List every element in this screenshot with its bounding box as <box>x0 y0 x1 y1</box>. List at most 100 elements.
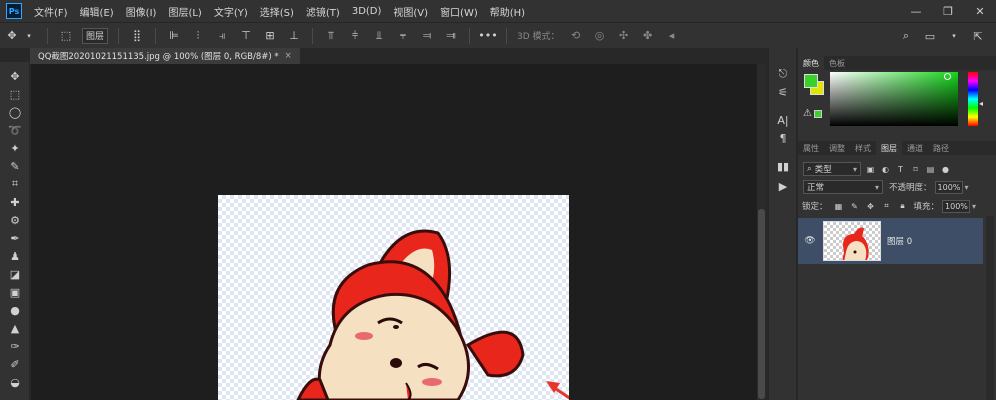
menu-type[interactable]: 文字(Y) <box>208 4 254 19</box>
tab-swatches[interactable]: 色板 <box>824 56 850 70</box>
menu-help[interactable]: 帮助(H) <box>484 4 531 19</box>
minimize-button[interactable]: — <box>900 0 932 22</box>
opacity-input[interactable]: 100% <box>934 180 963 194</box>
menu-select[interactable]: 选择(S) <box>254 4 300 19</box>
align-center-icon[interactable]: ⫶ <box>189 27 207 45</box>
canvas-area[interactable] <box>31 64 766 400</box>
align-middle-icon[interactable]: ⊞ <box>261 27 279 45</box>
hue-slider[interactable] <box>968 72 978 126</box>
hue-slider-arrow-icon[interactable]: ◂ <box>979 99 983 108</box>
lock-all-icon[interactable]: 🔒︎ <box>898 201 908 211</box>
maximize-button[interactable]: ❐ <box>932 0 964 22</box>
document-image[interactable] <box>218 195 569 400</box>
tab-layers[interactable]: 图层 <box>876 141 902 155</box>
magic-wand-icon[interactable]: ✦ <box>7 140 23 156</box>
lasso-tool-icon[interactable]: ➰ <box>7 122 23 138</box>
foreground-color-swatch[interactable] <box>804 74 818 88</box>
distribute-middle-icon[interactable]: ⫩ <box>346 27 364 45</box>
filter-smart-object-icon[interactable]: ▤ <box>925 164 936 175</box>
eraser-tool-icon[interactable]: ◪ <box>7 266 23 282</box>
menu-filter[interactable]: 滤镜(T) <box>300 4 346 19</box>
tab-color[interactable]: 颜色 <box>798 56 824 70</box>
healing-brush-icon[interactable]: ✚ <box>7 194 23 210</box>
3d-roll-icon[interactable]: ◎ <box>591 27 609 45</box>
align-top-icon[interactable]: ⊤ <box>237 27 255 45</box>
fill-chevron-icon[interactable]: ▾ <box>972 202 976 211</box>
tab-paths[interactable]: 路径 <box>928 141 954 155</box>
filter-toggle-icon[interactable]: ● <box>940 164 951 175</box>
distribute-left-icon[interactable]: ⫧ <box>394 27 412 45</box>
filter-type-icon[interactable]: T <box>895 164 906 175</box>
workspace-icon[interactable]: ▭ <box>921 27 939 45</box>
eyedropper-icon[interactable]: ✎ <box>7 158 23 174</box>
search-icon[interactable]: ⌕ <box>897 27 915 45</box>
layer-filter-dropdown[interactable]: ⌕ 类型 ▾ <box>803 162 861 176</box>
character-icon[interactable]: A| <box>775 112 791 128</box>
filter-pixel-icon[interactable]: ▣ <box>865 164 876 175</box>
history-icon[interactable]: ⎋ <box>775 66 791 82</box>
brush-settings-icon[interactable]: ⚟ <box>775 84 791 100</box>
align-bottom-icon[interactable]: ⊥ <box>285 27 303 45</box>
pen-tool-icon[interactable]: ✑ <box>7 338 23 354</box>
3d-slide-icon[interactable]: ✤ <box>639 27 657 45</box>
3d-orbit-icon[interactable]: ⟲ <box>567 27 585 45</box>
distribute-center-icon[interactable]: ⫤ <box>418 27 436 45</box>
blur-tool-icon[interactable]: ● <box>7 302 23 318</box>
tab-properties[interactable]: 属性 <box>798 141 824 155</box>
align-left-icon[interactable]: ⊫ <box>165 27 183 45</box>
gamut-warning-icon[interactable]: ⚠ <box>803 108 812 119</box>
dodge-tool-icon[interactable]: ◒ <box>7 374 23 390</box>
web-safe-swatch[interactable] <box>814 110 822 118</box>
tab-channels[interactable]: 通道 <box>902 141 928 155</box>
3d-scale-icon[interactable]: ◂ <box>663 27 681 45</box>
menu-view[interactable]: 视图(V) <box>387 4 434 19</box>
document-tab[interactable]: QQ截图20201021151135.jpg @ 100% (图层 0, RGB… <box>30 48 300 64</box>
sharpen-tool-icon[interactable]: ▲ <box>7 320 23 336</box>
filter-shape-icon[interactable]: ⌑ <box>910 164 921 175</box>
share-icon[interactable]: ⇱ <box>969 27 987 45</box>
actions-icon[interactable]: ▮▮ <box>775 158 791 174</box>
lock-transparent-icon[interactable]: ▦ <box>834 201 844 211</box>
auto-select-dropdown[interactable]: 图层 <box>82 27 109 44</box>
3d-pan-icon[interactable]: ✣ <box>615 27 633 45</box>
menu-window[interactable]: 窗口(W) <box>434 4 484 19</box>
close-tab-icon[interactable]: × <box>285 51 292 61</box>
tab-styles[interactable]: 样式 <box>850 141 876 155</box>
fill-input[interactable]: 100% <box>942 199 971 213</box>
tab-adjustments[interactable]: 调整 <box>824 141 850 155</box>
play-icon[interactable]: ▶ <box>775 178 791 194</box>
patch-tool-icon[interactable]: ⚙ <box>7 212 23 228</box>
distribute-bottom-icon[interactable]: ⫫ <box>370 27 388 45</box>
color-field[interactable] <box>830 72 958 126</box>
distribute-top-icon[interactable]: ⫪ <box>322 27 340 45</box>
close-window-button[interactable]: ✕ <box>964 0 996 22</box>
preset-chevron-icon[interactable]: ▾ <box>20 27 38 45</box>
menu-edit[interactable]: 编辑(E) <box>74 4 120 19</box>
move-tool-preset-icon[interactable]: ✥ <box>3 27 21 45</box>
opacity-chevron-icon[interactable]: ▾ <box>965 183 969 192</box>
marquee-tool-icon[interactable]: ⬚ <box>7 86 23 102</box>
crop-tool-icon[interactable]: ⌗ <box>7 176 23 192</box>
scrollbar-thumb[interactable] <box>758 209 765 399</box>
distribute-right-icon[interactable]: ⫥ <box>442 27 460 45</box>
canvas-vertical-scrollbar[interactable] <box>757 64 766 400</box>
menu-image[interactable]: 图像(I) <box>120 4 163 19</box>
workspace-chevron-icon[interactable]: ▾ <box>945 27 963 45</box>
lock-position-icon[interactable]: ✥ <box>866 201 876 211</box>
ellipse-marquee-icon[interactable]: ◯ <box>7 104 23 120</box>
layer-name[interactable]: 图层 0 <box>887 235 912 247</box>
menu-file[interactable]: 文件(F) <box>28 4 74 19</box>
color-picker-ring[interactable] <box>944 73 951 80</box>
layer-row[interactable]: 👁︎ 图层 0 <box>798 218 983 264</box>
visibility-eye-icon[interactable]: 👁︎ <box>803 236 817 246</box>
more-options-icon[interactable]: ••• <box>478 27 497 45</box>
filter-adjustment-icon[interactable]: ◐ <box>880 164 891 175</box>
move-tool-icon[interactable]: ✥ <box>7 68 23 84</box>
lock-artboard-icon[interactable]: ⌗ <box>882 201 892 211</box>
paragraph-icon[interactable]: ¶ <box>775 130 791 146</box>
layers-scrollbar[interactable] <box>986 216 994 400</box>
gradient-tool-icon[interactable]: ▣ <box>7 284 23 300</box>
menu-3d[interactable]: 3D(D) <box>346 6 388 17</box>
brush-tool-icon[interactable]: ✒ <box>7 230 23 246</box>
blend-mode-dropdown[interactable]: 正常 ▾ <box>803 180 883 194</box>
